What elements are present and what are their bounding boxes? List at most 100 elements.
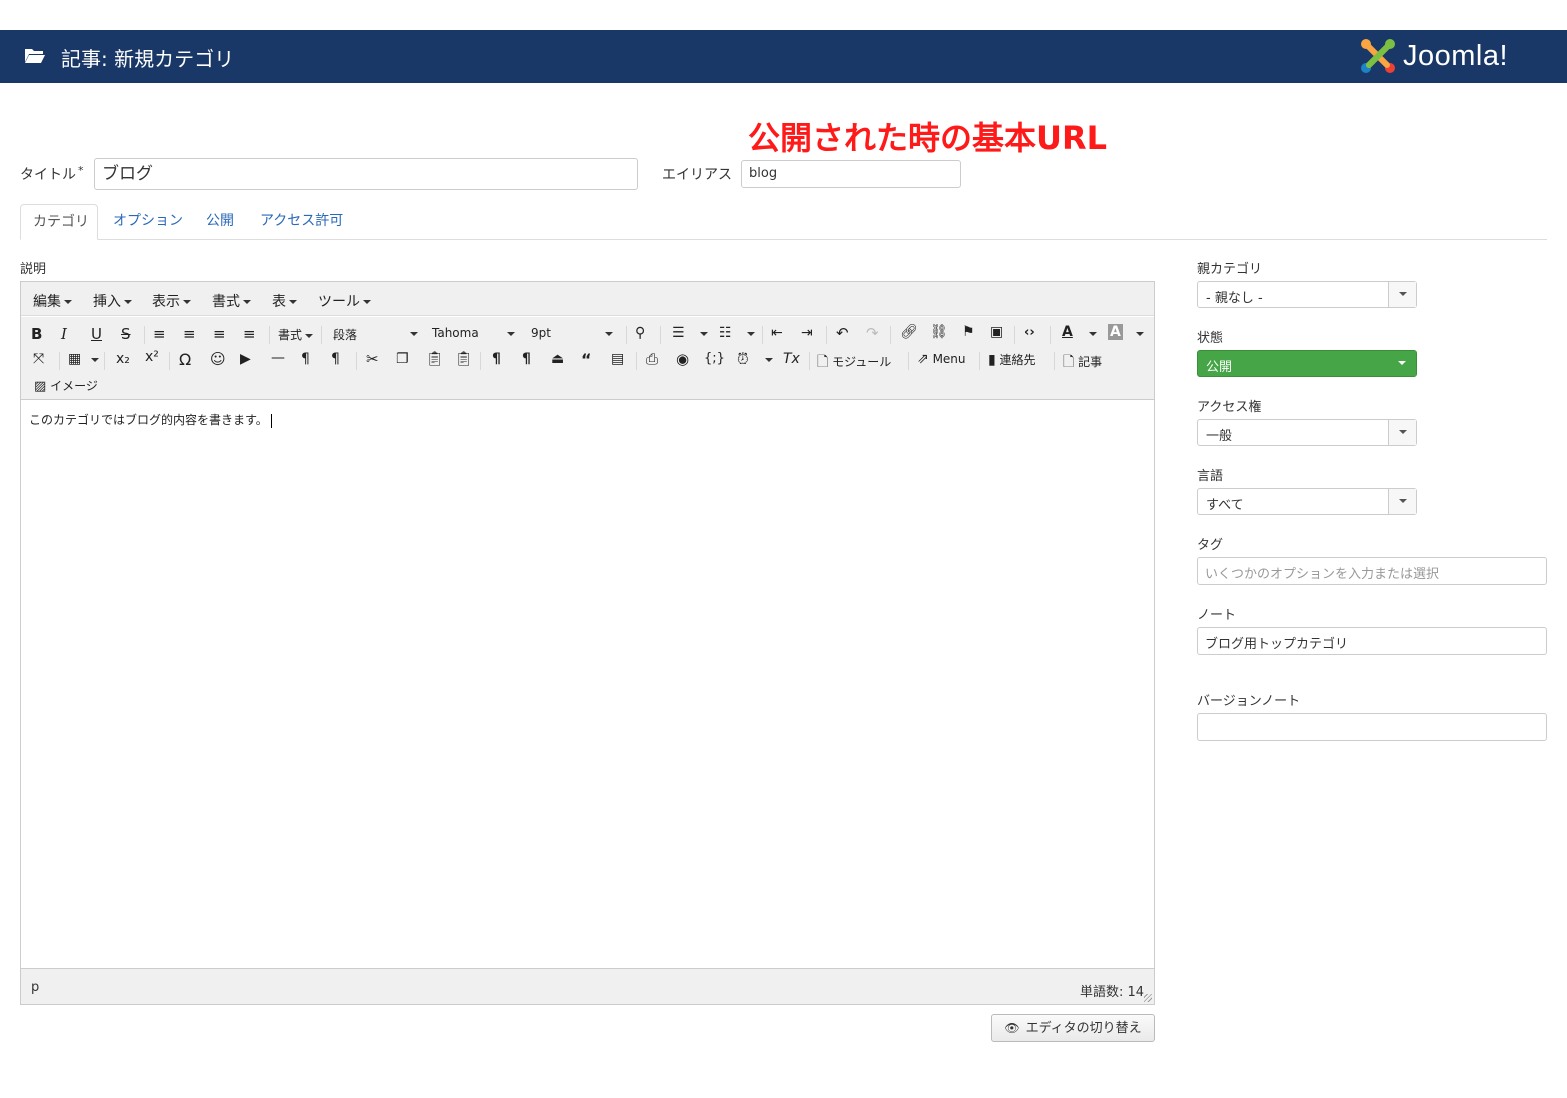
bold-icon[interactable]: B	[31, 325, 42, 343]
toggle-editor-button[interactable]: 👁︎ エディタの切り替え	[991, 1014, 1155, 1042]
visual-blocks-icon[interactable]: ¶	[522, 351, 531, 367]
chevron-down-icon[interactable]	[765, 358, 773, 362]
chevron-down-icon[interactable]	[1136, 332, 1144, 336]
note-label: ノート	[1197, 608, 1237, 623]
toolbar-divider	[1054, 352, 1055, 370]
insert-contact-button[interactable]: ▮ 連絡先	[988, 351, 1036, 368]
blockquote-icon[interactable]: “	[581, 350, 592, 369]
emoticon-icon[interactable]: ☺	[210, 350, 226, 368]
media-icon[interactable]: ▶	[240, 351, 251, 367]
numbered-list-icon[interactable]: ☷	[719, 325, 732, 341]
datetime-icon[interactable]: ⏰︎	[737, 350, 749, 368]
chevron-down-icon[interactable]	[700, 332, 708, 336]
outdent-icon[interactable]: ⇤	[771, 325, 783, 341]
superscript-icon[interactable]: x²	[145, 349, 159, 365]
chevron-down-icon[interactable]	[91, 358, 99, 362]
align-center-icon[interactable]: ≡	[183, 325, 196, 343]
chevron-down-icon[interactable]	[1089, 332, 1097, 336]
align-right-icon[interactable]: ≡	[213, 325, 226, 343]
print-icon[interactable]: ⎙	[646, 350, 658, 368]
note-input[interactable]: ブログ用トップカテゴリ	[1197, 627, 1547, 655]
annotation-text: 公開された時の基本URL	[748, 119, 1108, 157]
fullscreen-icon[interactable]: ⤧	[33, 351, 44, 367]
insert-module-button[interactable]: 🗋︎ モジュール	[817, 351, 891, 375]
version-note-input[interactable]	[1197, 713, 1547, 741]
code-icon[interactable]: ‹›	[1024, 325, 1035, 340]
menu-view[interactable]: 表示	[152, 291, 191, 311]
insert-module-label: モジュール	[832, 355, 892, 369]
element-path[interactable]: p	[31, 980, 39, 995]
align-left-icon[interactable]: ≡	[153, 325, 166, 343]
background-color-icon[interactable]: A	[1108, 324, 1123, 340]
insert-menu-button[interactable]: ⇗ Menu	[917, 351, 966, 367]
chevron-down-icon	[183, 300, 191, 304]
bullet-list-icon[interactable]: ☰	[672, 325, 685, 341]
menu-edit[interactable]: 編集	[33, 291, 72, 311]
text-color-icon[interactable]: A	[1062, 324, 1073, 340]
tab-permissions[interactable]: アクセス許可	[248, 204, 355, 240]
format-dropdown[interactable]: 書式	[278, 326, 314, 343]
joomla-logo[interactable]: Joomla!	[1358, 36, 1548, 76]
chevron-down-icon[interactable]	[747, 332, 755, 336]
undo-icon[interactable]: ↶	[836, 324, 849, 342]
chevron-down-icon	[243, 300, 251, 304]
editor-text: このカテゴリではブログ的内容を書きます。	[29, 413, 268, 427]
font-family-select[interactable]: Tahoma	[432, 326, 515, 340]
block-format-label: 段落	[333, 328, 358, 342]
alias-input[interactable]: blog	[741, 160, 961, 188]
preview-icon[interactable]: ◉	[676, 350, 689, 368]
paste-icon[interactable]: 📋︎	[426, 351, 444, 367]
menu-tools[interactable]: ツール	[318, 291, 371, 311]
insert-image-button[interactable]: ▨ イメージ	[34, 377, 98, 394]
file-plus-icon: 🗋︎	[1063, 354, 1075, 370]
paste-text-icon[interactable]: 📋︎	[455, 351, 473, 367]
language-select[interactable]: すべて	[1197, 488, 1417, 515]
subscript-icon[interactable]: x₂	[116, 351, 130, 367]
resize-handle[interactable]	[1144, 994, 1152, 1002]
title-input[interactable]: ブログ	[94, 158, 638, 190]
insert-article-button[interactable]: 🗋︎ 記事	[1063, 351, 1102, 375]
toolbar-divider	[480, 352, 481, 370]
indent-icon[interactable]: ⇥	[801, 325, 813, 341]
underline-icon[interactable]: U	[91, 325, 102, 343]
cut-icon[interactable]: ✂	[366, 350, 379, 368]
tab-category[interactable]: カテゴリ	[20, 204, 98, 240]
status-select[interactable]: 公開	[1197, 350, 1417, 377]
redo-icon[interactable]: ↷	[866, 324, 879, 342]
menu-format[interactable]: 書式	[212, 291, 251, 311]
editor-content-area[interactable]: このカテゴリではブログ的内容を書きます。	[21, 401, 1154, 968]
clear-format-icon[interactable]: Tx	[783, 351, 800, 367]
parent-category-select[interactable]: - 親なし -	[1197, 281, 1417, 308]
align-justify-icon[interactable]: ≡	[243, 325, 256, 343]
special-char-icon[interactable]: Ω	[179, 350, 191, 369]
rtl-icon[interactable]: ¶	[331, 351, 340, 367]
block-format-select[interactable]: 段落	[333, 326, 418, 343]
access-select[interactable]: 一般	[1197, 419, 1417, 446]
font-size-select[interactable]: 9pt	[531, 326, 613, 340]
strikethrough-icon[interactable]: S	[121, 325, 131, 343]
italic-icon[interactable]: I	[61, 325, 67, 343]
menu-table[interactable]: 表	[272, 291, 297, 311]
tab-publishing[interactable]: 公開	[194, 204, 246, 240]
ltr-icon[interactable]: ¶	[301, 351, 310, 367]
visual-chars-icon[interactable]: ¶	[492, 351, 501, 367]
find-replace-icon[interactable]: ⚲	[635, 325, 645, 341]
template-icon[interactable]: ⏏	[551, 351, 564, 367]
image-icon[interactable]: ▣	[990, 324, 1003, 340]
toolbar-divider	[144, 326, 145, 344]
menu-insert[interactable]: 挿入	[93, 291, 132, 311]
copy-icon[interactable]: ❐	[396, 351, 409, 367]
toolbar-divider	[826, 326, 827, 344]
toolbar-divider	[169, 352, 170, 370]
logo-text: Joomla!	[1403, 40, 1509, 72]
link-icon[interactable]: 🔗︎	[900, 324, 918, 340]
insert-contact-label: 連絡先	[999, 353, 1036, 367]
page-break-icon[interactable]: ▤	[611, 351, 624, 367]
tab-options[interactable]: オプション	[101, 204, 195, 240]
unlink-icon[interactable]: ⛓︎	[930, 324, 948, 340]
horizontal-rule-icon[interactable]: —	[271, 350, 285, 366]
tags-input[interactable]: いくつかのオプションを入力または選択	[1197, 557, 1547, 585]
table-icon[interactable]: ▦	[68, 351, 81, 367]
bookmark-icon[interactable]: ⚑	[962, 324, 975, 340]
code-sample-icon[interactable]: {;}	[704, 351, 725, 366]
